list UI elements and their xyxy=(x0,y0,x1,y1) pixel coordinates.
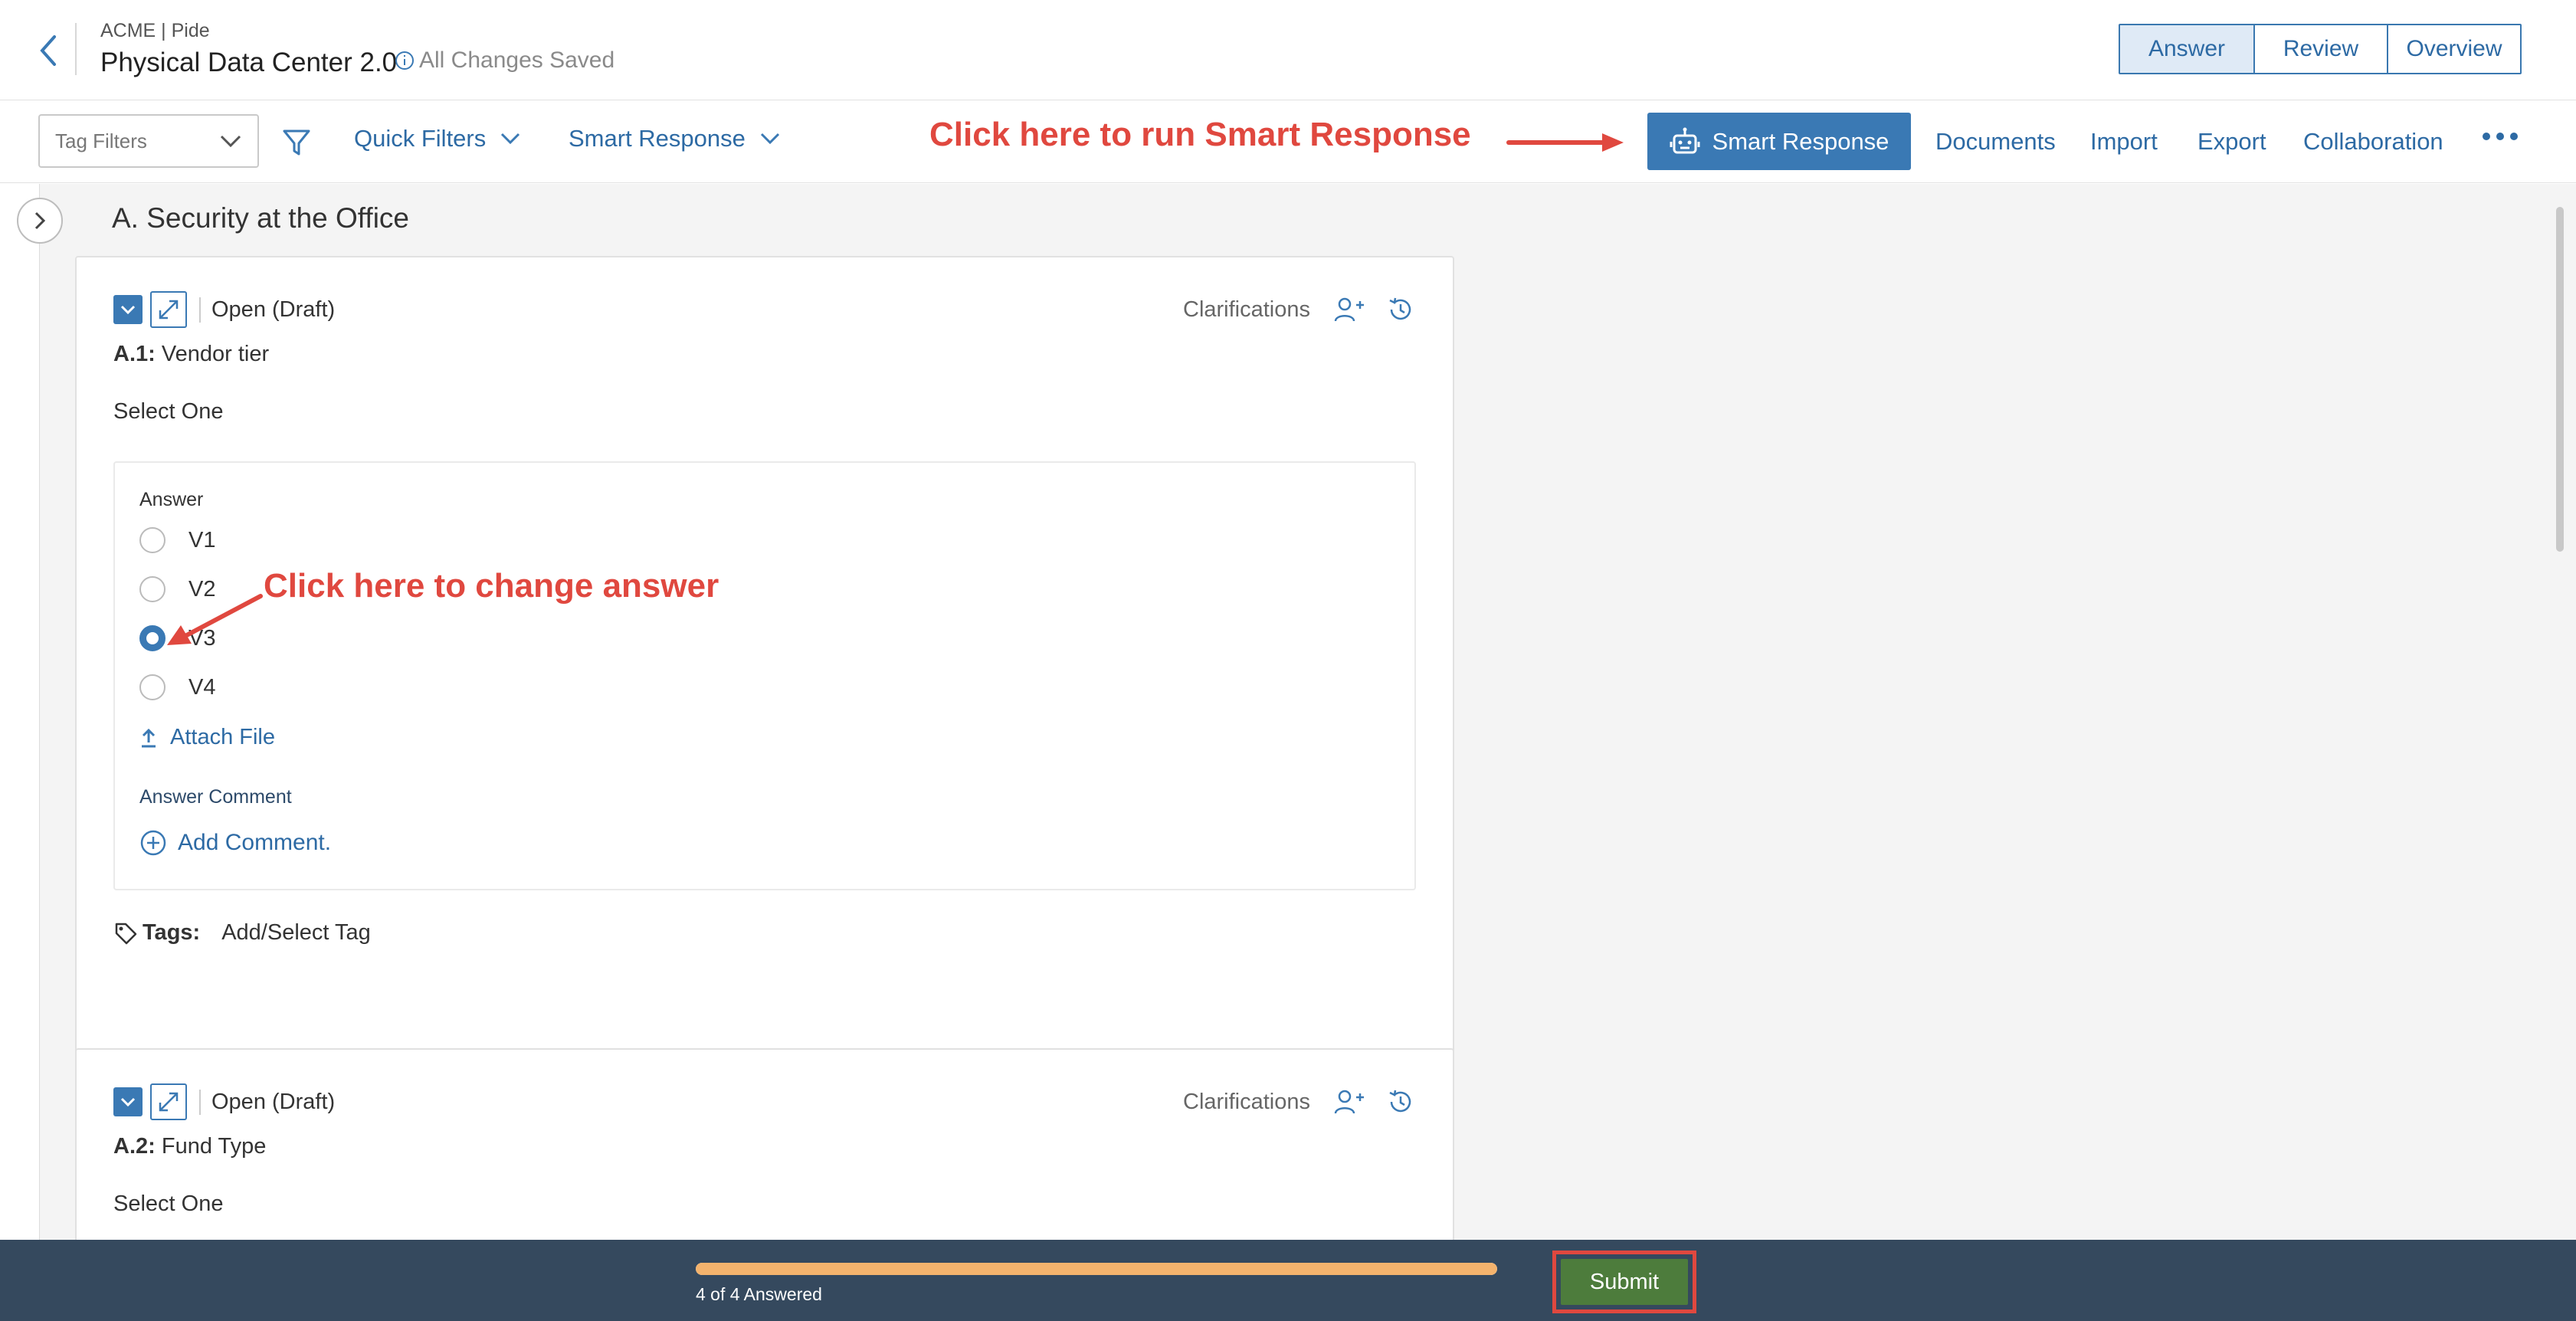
tags-row: Tags: Add/Select Tag xyxy=(113,920,371,946)
chevron-down-icon xyxy=(120,1097,136,1107)
collaboration-link[interactable]: Collaboration xyxy=(2303,128,2443,156)
header-divider xyxy=(75,23,77,75)
radio-button[interactable] xyxy=(139,674,166,700)
vertical-scrollbar[interactable] xyxy=(2556,207,2564,552)
robot-icon xyxy=(1670,127,1700,153)
question-id: A.1: xyxy=(113,342,156,366)
add-user-icon[interactable] xyxy=(1333,296,1364,323)
chevron-down-icon xyxy=(501,133,520,145)
expand-sidebar-button[interactable] xyxy=(17,198,63,244)
tags-label-group: Tags: xyxy=(113,920,200,946)
collapse-question-button[interactable] xyxy=(113,1087,143,1116)
tag-filters-dropdown[interactable]: Tag Filters xyxy=(38,114,259,168)
attach-file-button[interactable]: Attach File xyxy=(139,725,275,750)
answer-label: Answer xyxy=(139,489,204,510)
smart-response-button-label: Smart Response xyxy=(1712,127,1889,155)
smart-response-button[interactable]: Smart Response xyxy=(1647,113,1911,170)
main-content: A. Security at the Office Open (Draft) C… xyxy=(0,184,2576,1278)
question-actions: Clarifications xyxy=(1183,1088,1414,1116)
toolbar: Tag Filters Quick Filters Smart Response… xyxy=(0,100,2576,183)
section-title: A. Security at the Office xyxy=(112,202,409,234)
option-v4[interactable]: V4 xyxy=(139,674,215,700)
option-label: V1 xyxy=(188,527,216,552)
save-status-text: All Changes Saved xyxy=(419,48,615,73)
tab-overview[interactable]: Overview xyxy=(2387,25,2520,73)
question-status-row: Open (Draft) xyxy=(113,1083,335,1120)
answer-panel: Answer V1 V2 V3 V4 Attach File Answer Co… xyxy=(113,461,1416,890)
collapse-question-button[interactable] xyxy=(113,295,143,324)
chevron-left-icon xyxy=(40,35,56,66)
question-actions: Clarifications xyxy=(1183,296,1414,323)
expand-icon xyxy=(159,1092,179,1112)
expand-icon xyxy=(159,300,179,320)
expand-question-button[interactable] xyxy=(150,1083,187,1120)
upload-icon xyxy=(142,728,156,747)
back-button[interactable] xyxy=(31,31,64,70)
smart-response-menu-label: Smart Response xyxy=(569,125,746,152)
question-status: Open (Draft) xyxy=(199,297,335,323)
filter-icon[interactable] xyxy=(280,125,313,159)
quick-filters-label: Quick Filters xyxy=(354,125,487,152)
annotation-arrow-left xyxy=(167,594,263,645)
info-icon xyxy=(395,51,414,70)
history-icon[interactable] xyxy=(1387,1088,1414,1116)
option-label: V4 xyxy=(188,674,216,700)
question-id: A.2: xyxy=(113,1134,156,1159)
quick-filters-menu[interactable]: Quick Filters xyxy=(354,125,521,152)
chevron-down-icon xyxy=(220,135,241,148)
history-icon[interactable] xyxy=(1387,296,1414,323)
view-tabs: Answer Review Overview xyxy=(2119,24,2522,74)
left-rail xyxy=(0,184,40,1240)
app-header: ACME | Pide Physical Data Center 2.0 All… xyxy=(0,0,2576,100)
clarifications-link[interactable]: Clarifications xyxy=(1183,297,1310,323)
question-label: A.2: Fund Type xyxy=(113,1134,266,1159)
annotation-arrow-right xyxy=(1506,133,1624,152)
submit-button[interactable]: Submit xyxy=(1561,1259,1688,1305)
question-type: Select One xyxy=(113,399,224,424)
progress-text: 4 of 4 Answered xyxy=(696,1284,822,1304)
progress-fill xyxy=(696,1263,1497,1275)
save-status: All Changes Saved xyxy=(395,48,615,74)
question-label: A.1: Vendor tier xyxy=(113,342,269,367)
tag-icon xyxy=(115,923,137,944)
clarifications-link[interactable]: Clarifications xyxy=(1183,1090,1310,1115)
progress-bar xyxy=(696,1263,1497,1275)
tags-label: Tags: xyxy=(143,920,201,945)
question-status: Open (Draft) xyxy=(199,1089,335,1115)
radio-button[interactable] xyxy=(139,527,166,553)
tab-answer[interactable]: Answer xyxy=(2120,25,2253,73)
more-options-icon[interactable] xyxy=(2483,133,2518,140)
submit-highlight: Submit xyxy=(1552,1251,1696,1313)
option-v1[interactable]: V1 xyxy=(139,527,215,553)
chevron-down-icon xyxy=(760,133,779,145)
question-text: Vendor tier xyxy=(161,342,270,366)
export-link[interactable]: Export xyxy=(2197,128,2266,156)
annotation-run-smart-response: Click here to run Smart Response xyxy=(929,116,1471,153)
question-text: Fund Type xyxy=(161,1134,267,1159)
org-name: ACME | Pide xyxy=(100,20,210,41)
footer-bar: 4 of 4 Answered Submit xyxy=(0,1240,2576,1321)
question-status-row: Open (Draft) xyxy=(113,291,335,328)
chevron-down-icon xyxy=(120,305,136,315)
annotation-change-answer: Click here to change answer xyxy=(264,567,719,605)
plus-circle-icon xyxy=(140,830,166,856)
tag-filters-placeholder: Tag Filters xyxy=(55,129,147,152)
page-title: Physical Data Center 2.0 xyxy=(100,48,398,77)
question-type: Select One xyxy=(113,1192,224,1216)
import-link[interactable]: Import xyxy=(2090,128,2158,156)
add-comment-button[interactable]: Add Comment. xyxy=(139,829,331,857)
smart-response-menu[interactable]: Smart Response xyxy=(569,125,781,152)
tab-review[interactable]: Review xyxy=(2253,25,2387,73)
expand-question-button[interactable] xyxy=(150,291,187,328)
answer-comment-label: Answer Comment xyxy=(139,786,292,808)
documents-link[interactable]: Documents xyxy=(1935,128,2056,156)
add-user-icon[interactable] xyxy=(1333,1088,1364,1116)
attach-file-label: Attach File xyxy=(170,725,275,749)
add-select-tag-button[interactable]: Add/Select Tag xyxy=(221,920,371,946)
add-comment-label: Add Comment. xyxy=(178,830,332,855)
chevron-right-icon xyxy=(34,211,46,230)
